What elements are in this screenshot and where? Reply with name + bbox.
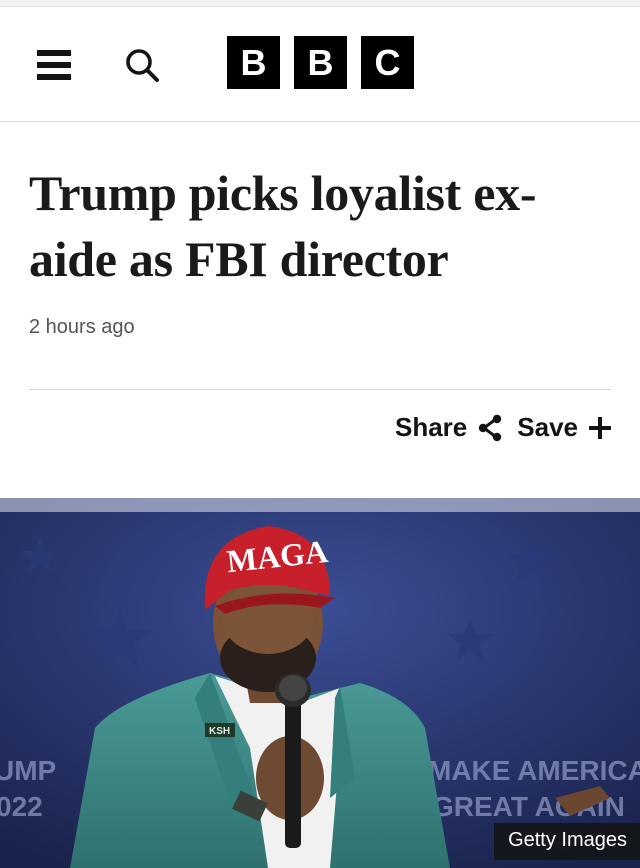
logo-block: C [361,36,414,89]
stage-text-left-2: 022 [0,791,43,822]
plus-icon [589,416,611,439]
logo-block: B [227,36,280,89]
article-actions: Share Save [395,412,612,443]
image-credit: Getty Images [494,823,640,860]
share-button[interactable]: Share [395,412,503,443]
hamburger-menu-icon-bar [37,74,71,80]
search-icon [126,49,159,82]
article-timestamp: 2 hours ago [29,316,135,338]
share-label: Share [395,412,468,442]
menu-button[interactable] [37,45,75,83]
search-button[interactable] [122,45,162,85]
stage-text-left-1: UMP [0,755,56,786]
article-headline: Trump picks loyalist ex-aide as FBI dire… [29,165,537,287]
divider [29,389,611,390]
bbc-logo[interactable]: B B C [227,36,414,96]
hamburger-menu-icon [37,50,71,56]
logo-block: B [294,36,347,89]
hero-photo: UMP 022 MAKE AMERICA GREAT AGAIN KSH MAG… [0,498,640,868]
lapel-pin-text: KSH [209,726,230,737]
share-icon [479,414,502,441]
hero-image: UMP 022 MAKE AMERICA GREAT AGAIN KSH MAG… [0,498,640,868]
hamburger-menu-icon-bar [37,62,71,68]
stage-text-right-1: MAKE AMERICA [428,755,640,786]
site-header: B B C [0,7,640,122]
save-label: Save [517,412,578,442]
top-edge-rule [0,0,640,7]
save-button[interactable]: Save [517,412,612,443]
